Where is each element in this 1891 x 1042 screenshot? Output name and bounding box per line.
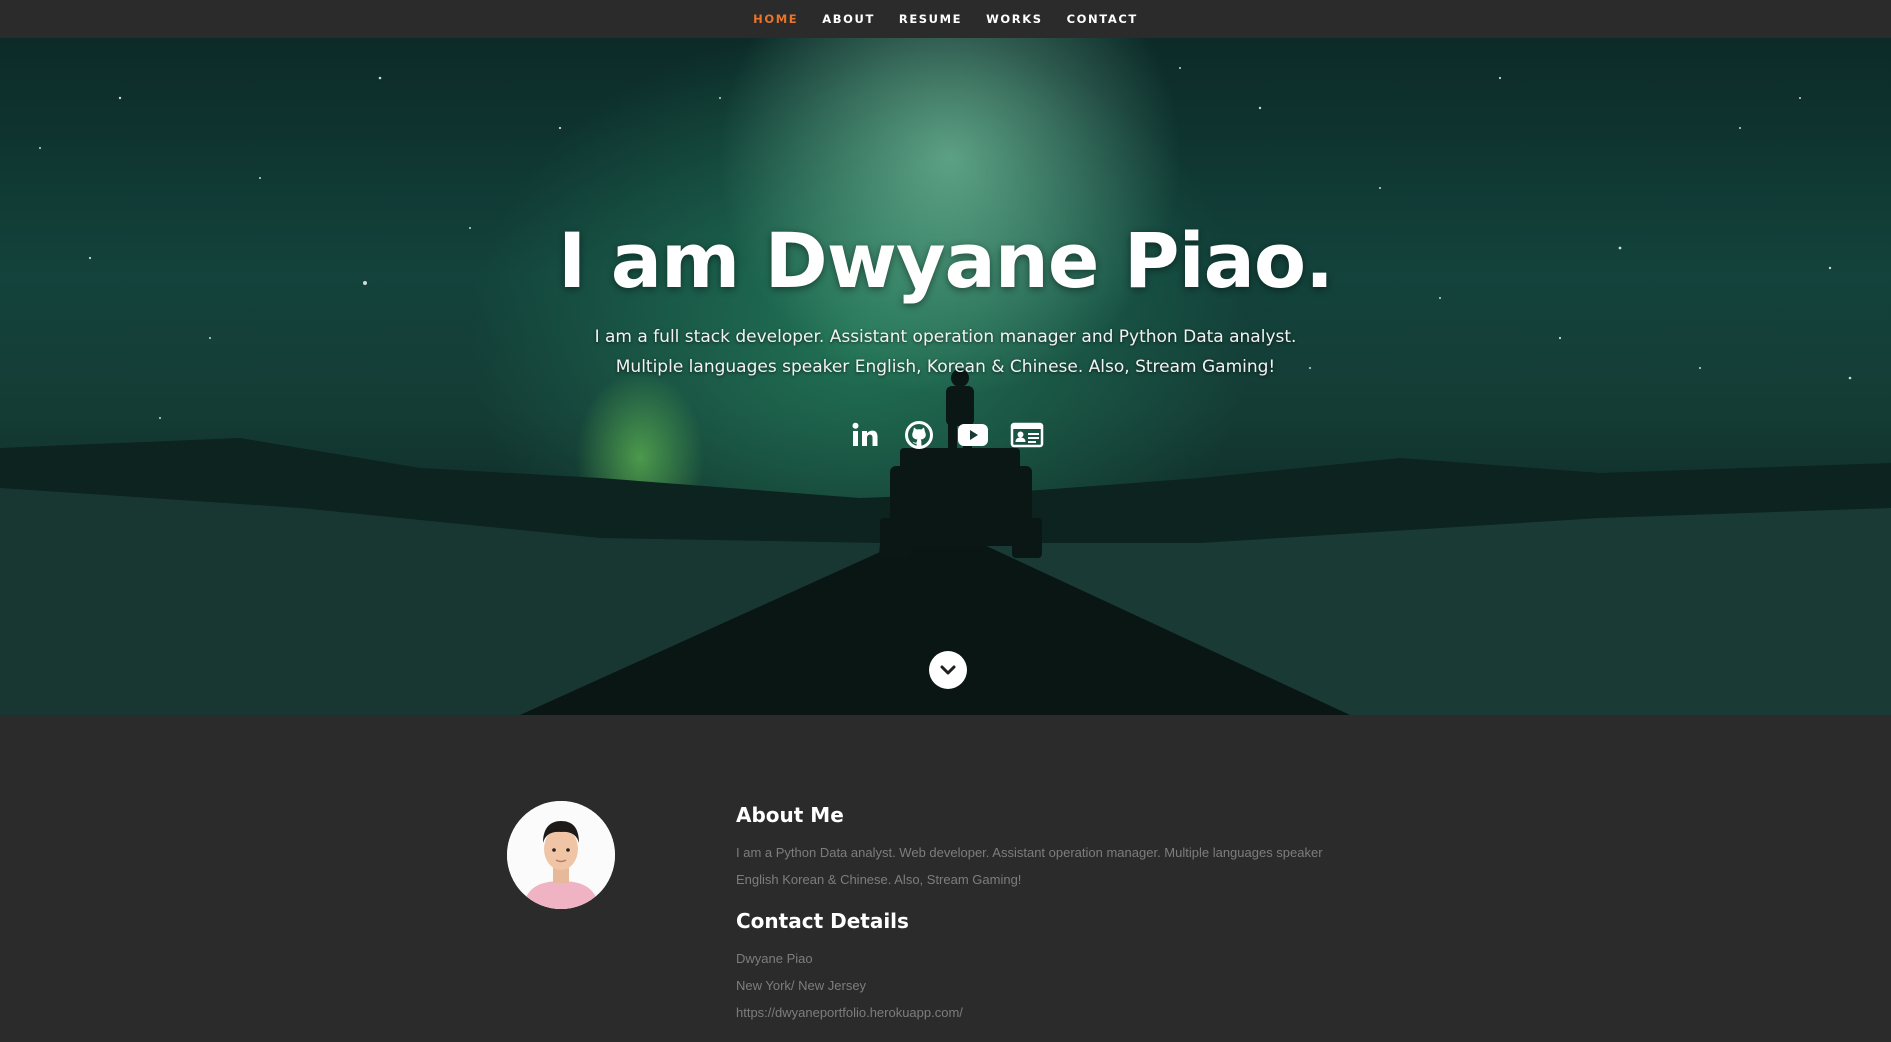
nav-item-contact[interactable]: CONTACT	[1055, 12, 1150, 26]
youtube-icon[interactable]	[956, 418, 990, 452]
about-heading: About Me	[736, 803, 844, 827]
top-navigation: HOME ABOUT RESUME WORKS CONTACT	[0, 0, 1891, 38]
hero-title: I am Dwyane Piao.	[557, 216, 1334, 305]
nav-item-resume[interactable]: RESUME	[887, 12, 974, 26]
about-section: About Me I am a Python Data analyst. Web…	[0, 715, 1891, 1042]
social-links	[0, 418, 1891, 452]
contact-details: Dwyane Piao New York/ New Jersey https:/…	[736, 945, 1356, 1026]
about-body: I am a Python Data analyst. Web develope…	[736, 845, 1323, 887]
profile-photo	[507, 801, 615, 909]
contact-heading: Contact Details	[736, 909, 909, 933]
avatar	[507, 801, 615, 909]
nav-item-home[interactable]: HOME	[741, 12, 810, 26]
about-content: About Me I am a Python Data analyst. Web…	[736, 803, 1356, 1026]
jeep-silhouette	[880, 448, 1042, 558]
contact-location: New York/ New Jersey	[736, 978, 867, 993]
github-icon[interactable]	[902, 418, 936, 452]
contact-card-icon[interactable]	[1010, 418, 1044, 452]
nav-item-about[interactable]: ABOUT	[810, 12, 887, 26]
scroll-down-button[interactable]	[929, 651, 967, 689]
contact-name: Dwyane Piao	[736, 951, 813, 966]
nav-menu: HOME ABOUT RESUME WORKS CONTACT	[741, 12, 1150, 26]
contact-url[interactable]: https://dwyaneportfolio.herokuapp.com/	[736, 999, 1356, 1026]
hero-subtitle: I am a full stack developer. Assistant o…	[0, 322, 1891, 382]
hero-section: I am Dwyane Piao. I am a full stack deve…	[0, 38, 1891, 715]
linkedin-icon[interactable]	[848, 418, 882, 452]
nav-item-works[interactable]: WORKS	[974, 12, 1055, 26]
hero-subtitle-line-1: I am a full stack developer. Assistant o…	[594, 327, 1297, 347]
hero-subtitle-line-2: Multiple languages speaker English, Kore…	[615, 357, 1276, 377]
chevron-down-icon	[940, 665, 956, 675]
